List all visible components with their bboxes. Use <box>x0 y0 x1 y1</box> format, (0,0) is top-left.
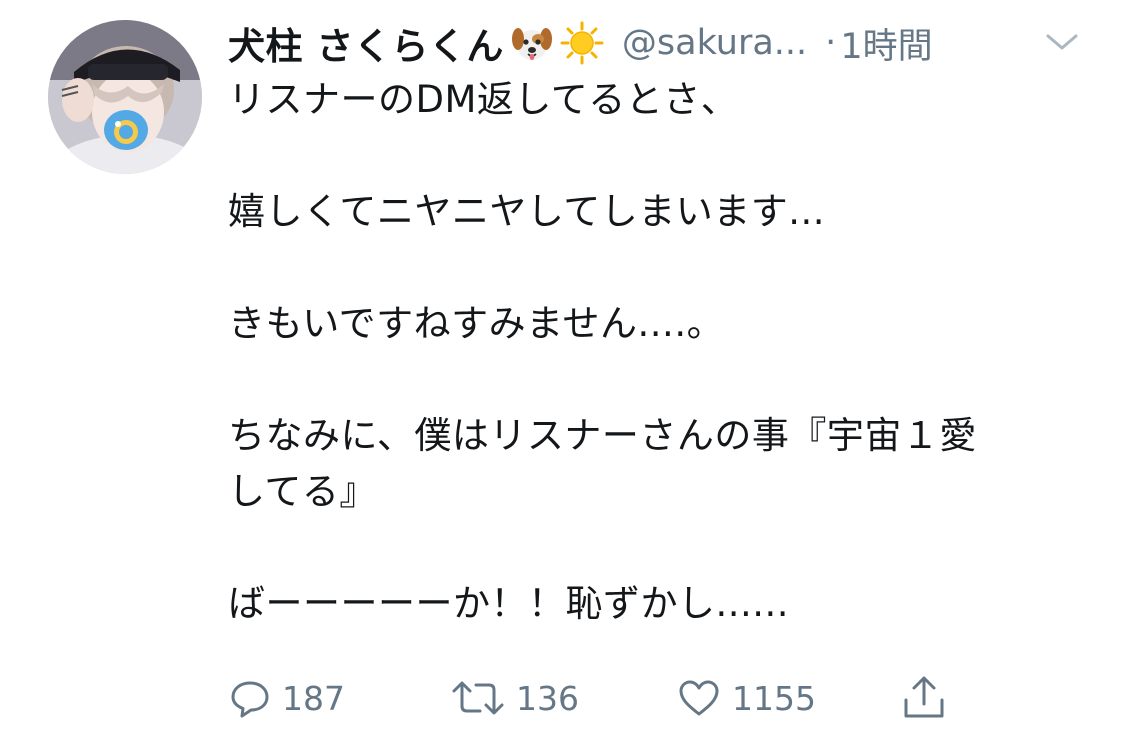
reply-count: 187 <box>282 678 345 718</box>
avatar[interactable] <box>48 20 202 174</box>
display-name[interactable]: 犬柱 さくらくん <box>228 16 504 70</box>
tweet-line: きもいですねすみません....。 <box>228 302 725 345</box>
share-icon <box>904 676 944 718</box>
tweet-line <box>228 240 1088 296</box>
tweet-line <box>228 128 1088 184</box>
like-button[interactable]: 1155 <box>676 668 816 728</box>
tweet-line: してる』 <box>228 470 377 513</box>
tweet-header: 犬柱 さくらくん @sakura... · 1時間 <box>228 8 933 78</box>
retweet-icon <box>452 681 504 715</box>
tweet-line: ちなみに、僕はリスナーさんの事『宇宙１愛 <box>228 414 977 457</box>
tweet-line <box>228 520 1088 576</box>
chevron-down-icon[interactable] <box>1040 24 1084 60</box>
retweet-button[interactable]: 136 <box>450 668 579 728</box>
heart-icon <box>679 680 719 716</box>
user-handle[interactable]: @sakura... <box>622 23 807 63</box>
dog-face-icon <box>510 21 554 65</box>
tweet-line: 嬉しくてニヤニヤしてしまいます... <box>228 190 826 233</box>
tweet-line <box>228 352 1088 408</box>
reply-icon <box>231 681 269 718</box>
tweet-line: ばーーーーーか！！恥ずかし...... <box>228 582 790 625</box>
tweet-line: リスナーのDM返してるとさ、 <box>228 78 739 121</box>
like-count: 1155 <box>732 678 816 718</box>
sun-icon <box>560 21 604 65</box>
reply-button[interactable]: 187 <box>228 668 345 728</box>
tweet-timestamp[interactable]: 1時間 <box>840 18 932 69</box>
separator-dot: · <box>825 23 837 63</box>
retweet-count: 136 <box>516 678 579 718</box>
tweet-text: リスナーのDM返してるとさ、 嬉しくてニヤニヤしてしまいます... きもいですね… <box>228 72 1088 632</box>
tweet-actions: 187 136 1155 <box>228 668 1088 728</box>
share-button[interactable] <box>900 668 948 728</box>
